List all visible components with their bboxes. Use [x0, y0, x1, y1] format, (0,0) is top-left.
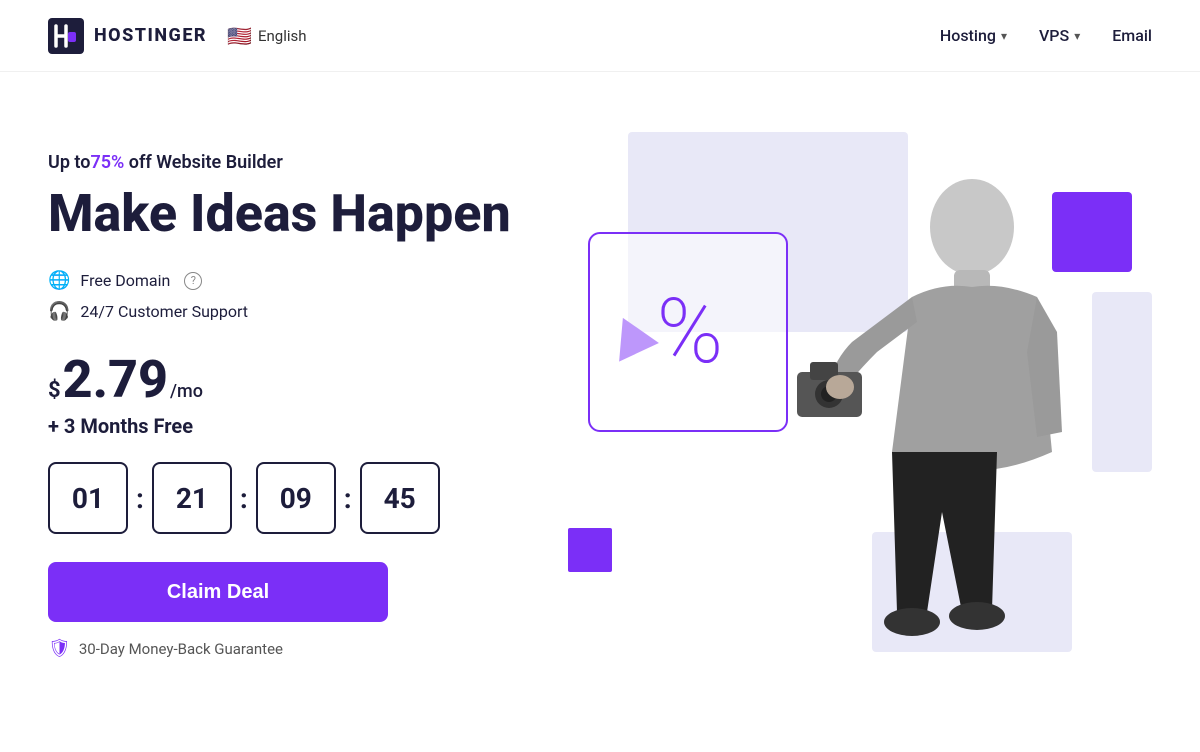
- price-period: /mo: [170, 381, 203, 402]
- countdown-seconds: 45: [360, 462, 440, 534]
- info-icon[interactable]: ?: [184, 272, 202, 290]
- percent-symbol: %: [657, 287, 720, 377]
- nav-hosting-label: Hosting: [940, 26, 996, 45]
- hero-headline: Make Ideas Happen: [48, 185, 548, 242]
- promo-tag: Up to75% off Website Builder: [48, 152, 548, 173]
- price-amount: 2.79: [63, 354, 168, 406]
- promo-suffix: off Website Builder: [124, 152, 283, 173]
- feature-support-label: 24/7 Customer Support: [80, 302, 248, 321]
- claim-deal-button[interactable]: Claim Deal: [48, 562, 388, 622]
- countdown-hours: 21: [152, 462, 232, 534]
- deco-rect-right: [1092, 292, 1152, 472]
- guarantee-badge: 🛡 30-Day Money-Back Guarantee: [48, 638, 548, 659]
- nav-vps[interactable]: VPS ▾: [1039, 26, 1080, 45]
- price-block: $ 2.79 /mo: [48, 354, 548, 406]
- hero-section: Up to75% off Website Builder Make Ideas …: [0, 72, 1200, 752]
- hero-visual: %: [548, 132, 1152, 712]
- globe-icon: 🌐: [48, 270, 70, 291]
- feature-domain-label: Free Domain: [80, 271, 170, 290]
- headset-icon: 🎧: [48, 301, 70, 322]
- logo[interactable]: HOSTINGER: [48, 18, 207, 54]
- hero-content: Up to75% off Website Builder Make Ideas …: [48, 132, 548, 659]
- deco-square-bottom-left: [568, 528, 612, 572]
- chevron-down-icon: ▾: [1001, 29, 1007, 43]
- guarantee-text: 30-Day Money-Back Guarantee: [79, 640, 283, 658]
- nav-email-label: Email: [1112, 26, 1152, 45]
- countdown-sep-2: :: [240, 482, 248, 515]
- chevron-down-icon: ▾: [1074, 29, 1080, 43]
- nav-hosting[interactable]: Hosting ▾: [940, 26, 1007, 45]
- feature-list: 🌐 Free Domain ? 🎧 24/7 Customer Support: [48, 270, 548, 322]
- promo-highlight: 75%: [90, 152, 124, 173]
- countdown-sep-1: :: [136, 482, 144, 515]
- feature-support: 🎧 24/7 Customer Support: [48, 301, 548, 322]
- main-nav: Hosting ▾ VPS ▾ Email: [940, 26, 1152, 45]
- logo-text: HOSTINGER: [94, 25, 207, 46]
- person-illustration: [742, 132, 1072, 722]
- countdown-minutes: 09: [256, 462, 336, 534]
- price-line: $ 2.79 /mo: [48, 354, 548, 406]
- nav-vps-label: VPS: [1039, 26, 1069, 45]
- flag-icon: 🇺🇸: [227, 24, 252, 48]
- shield-icon: 🛡: [48, 638, 71, 659]
- feature-free-domain: 🌐 Free Domain ?: [48, 270, 548, 291]
- promo-prefix: Up to: [48, 152, 90, 173]
- cta-label: Claim Deal: [167, 581, 269, 604]
- months-free: + 3 Months Free: [48, 414, 548, 438]
- header-left: HOSTINGER 🇺🇸 English: [48, 18, 307, 54]
- language-label: English: [258, 27, 307, 45]
- language-selector[interactable]: 🇺🇸 English: [227, 24, 306, 48]
- nav-email[interactable]: Email: [1112, 26, 1152, 45]
- countdown-sep-3: :: [344, 482, 352, 515]
- countdown-days: 01: [48, 462, 128, 534]
- logo-icon: [48, 18, 84, 54]
- countdown-timer: 01 : 21 : 09 : 45: [48, 462, 548, 534]
- price-currency: $: [48, 378, 61, 403]
- hero-person: [742, 132, 1072, 722]
